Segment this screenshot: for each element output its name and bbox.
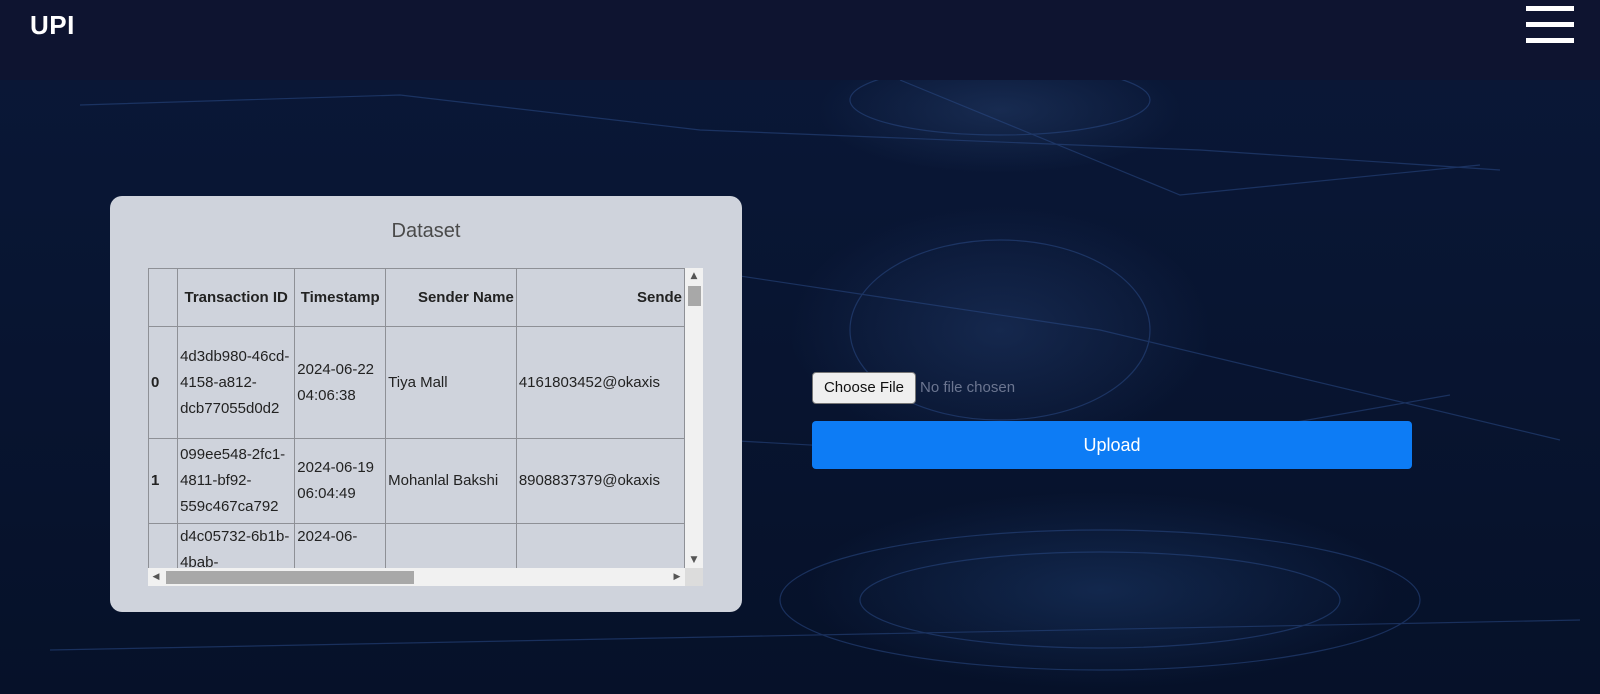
row-index: 1 — [148, 438, 179, 524]
menu-bar — [1526, 22, 1574, 27]
cell-timestamp: 2024-06-22 04:06:38 — [294, 326, 387, 439]
dataset-table: Transaction ID Timestamp Sender Name Sen… — [148, 268, 685, 568]
scroll-left-arrow-icon[interactable]: ◀ — [148, 568, 164, 586]
cell-sender-upi: 8908837379@okaxis — [515, 438, 685, 524]
dataset-table-viewport: Transaction ID Timestamp Sender Name Sen… — [148, 268, 685, 568]
menu-bar — [1526, 6, 1574, 11]
row-index — [148, 523, 179, 568]
cell-sender-name: Mohanlal Bakshi — [385, 438, 517, 524]
scroll-up-arrow-icon[interactable]: ▲ — [685, 268, 703, 284]
scrollbar-corner — [685, 568, 703, 586]
cell-sender-upi: 4161803452@okaxis — [515, 326, 685, 439]
cell-sender-name — [385, 523, 517, 568]
cell-sender-upi — [515, 523, 685, 568]
vertical-scroll-thumb[interactable] — [688, 286, 701, 306]
dataset-table-container[interactable]: Transaction ID Timestamp Sender Name Sen… — [148, 268, 703, 586]
hamburger-menu-icon[interactable] — [1526, 6, 1574, 44]
horizontal-scroll-thumb[interactable] — [166, 571, 414, 584]
scroll-right-arrow-icon[interactable]: ▶ — [669, 568, 685, 586]
cell-transaction-id: d4c05732-6b1b-4bab- — [177, 523, 296, 568]
column-header-index — [148, 268, 179, 327]
cell-transaction-id: 099ee548-2fc1-4811-bf92-559c467ca792 — [177, 438, 296, 524]
dataset-card: Dataset Transaction ID Timestamp Sender … — [110, 196, 742, 612]
upload-button[interactable]: Upload — [812, 421, 1412, 469]
column-header-timestamp: Timestamp — [294, 268, 387, 327]
file-status-text: No file chosen — [920, 379, 1016, 396]
table-row: d4c05732-6b1b-4bab- 2024-06- — [148, 523, 685, 568]
cell-sender-name: Tiya Mall — [385, 326, 517, 439]
cell-timestamp: 2024-06-19 06:04:49 — [294, 438, 387, 524]
top-navbar: UPI — [0, 0, 1600, 80]
choose-file-button[interactable]: Choose File — [812, 372, 916, 404]
table-header-row: Transaction ID Timestamp Sender Name Sen… — [148, 268, 685, 327]
cell-transaction-id: 4d3db980-46cd-4158-a812-dcb77055d0d2 — [177, 326, 296, 439]
cell-timestamp: 2024-06- — [294, 523, 387, 568]
menu-bar — [1526, 38, 1574, 43]
row-index: 0 — [148, 326, 179, 439]
table-row: 1 099ee548-2fc1-4811-bf92-559c467ca792 2… — [148, 438, 685, 524]
column-header-sender-upi: Sende — [515, 268, 685, 327]
brand-logo[interactable]: UPI — [30, 10, 75, 41]
table-row: 0 4d3db980-46cd-4158-a812-dcb77055d0d2 2… — [148, 326, 685, 439]
scroll-down-arrow-icon[interactable]: ▼ — [685, 552, 703, 568]
column-header-sender-name: Sender Name — [385, 268, 517, 327]
vertical-scrollbar[interactable]: ▲ ▼ — [685, 268, 703, 568]
column-header-transaction-id: Transaction ID — [177, 268, 296, 327]
horizontal-scrollbar[interactable]: ◀ ▶ — [148, 568, 685, 586]
dataset-title: Dataset — [391, 220, 461, 242]
